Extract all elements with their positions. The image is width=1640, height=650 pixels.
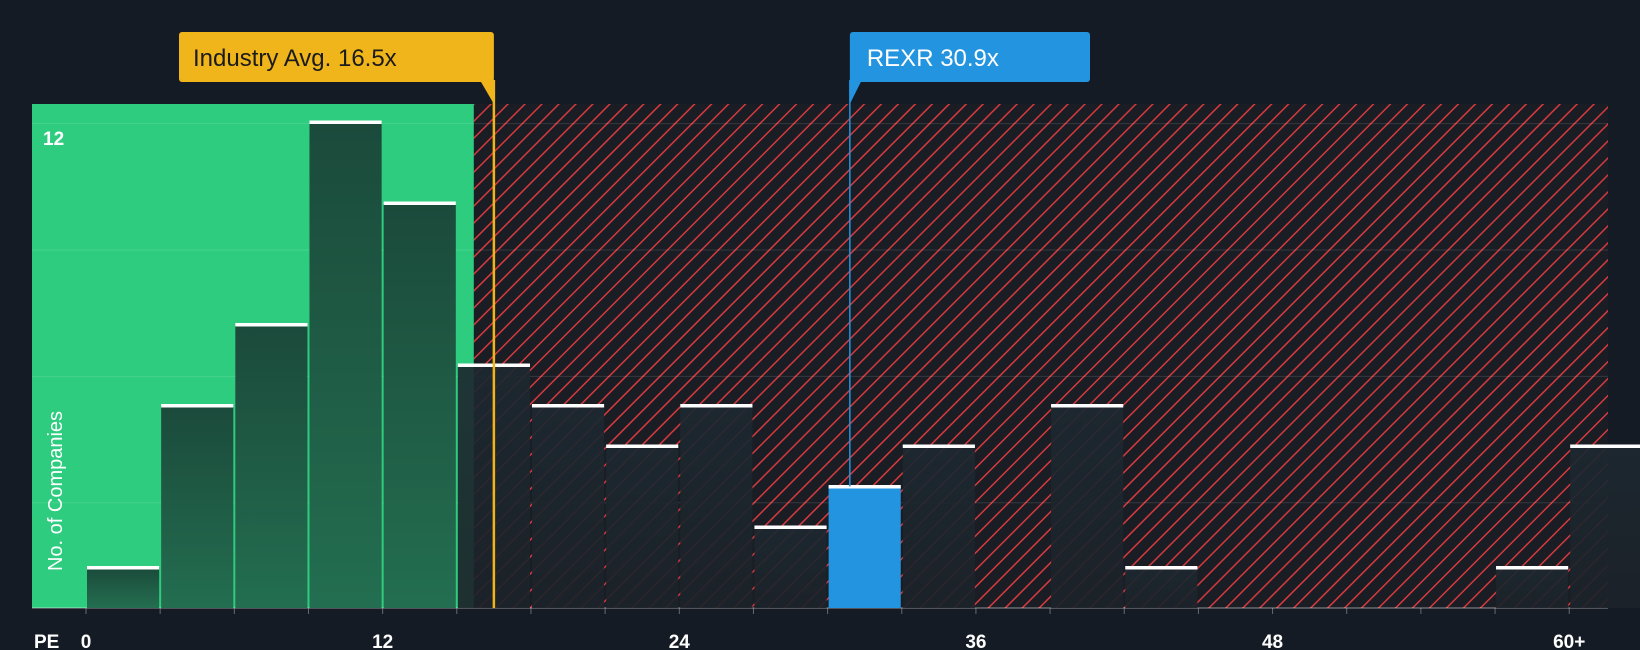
histogram-bar <box>902 446 975 608</box>
histogram-bar <box>383 203 456 608</box>
histogram-bar-top <box>828 485 901 489</box>
x-tick-label: 60+ <box>1553 632 1585 650</box>
histogram-bar-top <box>383 201 456 205</box>
company-label: REXR 30.9x <box>867 45 999 72</box>
histogram-bar <box>309 122 382 608</box>
chart-svg: Industry Avg. 16.5x REXR 30.9x 12 No. of C… <box>32 32 1640 650</box>
histogram-bar-top <box>680 404 753 408</box>
histogram-bar <box>1125 567 1198 608</box>
histogram-bar <box>161 405 234 608</box>
histogram-bar <box>87 567 160 608</box>
histogram-bar-top <box>1051 404 1124 408</box>
histogram-bar <box>531 405 605 608</box>
histogram-bar-top <box>1125 566 1198 570</box>
histogram-bar-top <box>1570 444 1640 448</box>
pe-distribution-chart: Industry Avg. 16.5x REXR 30.9x 12 No. of C… <box>0 0 1640 650</box>
histogram-bar <box>754 527 827 608</box>
histogram-bar-top <box>1496 566 1569 570</box>
x-tick-label: 12 <box>372 632 393 650</box>
company-label-pointer <box>849 80 862 104</box>
industry-average-label: Industry Avg. 16.5x <box>193 45 397 72</box>
histogram-bar <box>1496 567 1569 608</box>
histogram-bar-top <box>531 404 605 408</box>
x-tick-label: 24 <box>669 632 691 650</box>
histogram-bar <box>1051 405 1124 608</box>
histogram-bar-top <box>87 566 160 570</box>
histogram-bar-top <box>606 444 679 448</box>
y-axis-label: No. of Companies <box>45 411 67 571</box>
histogram-bar-top <box>754 525 827 529</box>
histogram-bar-top <box>902 444 975 448</box>
histogram-bar <box>680 405 753 608</box>
x-tick-label: 0 <box>81 632 92 650</box>
x-tick-label: 36 <box>965 632 986 650</box>
y-tick-label: 12 <box>43 129 64 150</box>
histogram-bar-top <box>235 323 308 327</box>
industry-average-pointer <box>479 80 494 104</box>
x-axis-label: PE <box>34 632 59 650</box>
histogram-bar <box>606 446 679 608</box>
x-tick-label: 48 <box>1262 632 1283 650</box>
histogram-bar <box>235 324 308 608</box>
histogram-bar <box>828 486 901 608</box>
histogram-bar-top <box>309 120 382 124</box>
histogram-bar <box>1570 446 1640 608</box>
histogram-bar-top <box>161 404 234 408</box>
